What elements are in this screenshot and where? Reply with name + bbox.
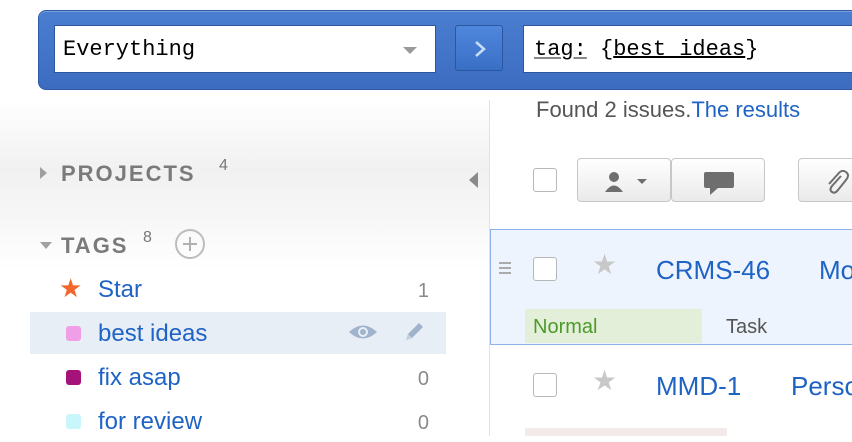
tag-count: 1 [417, 280, 429, 302]
add-tag-button[interactable] [175, 229, 205, 259]
drag-handle-icon[interactable] [499, 261, 511, 275]
tags-section-title[interactable]: TAGS [61, 233, 128, 259]
issue-id-link[interactable]: CRMS-46 [656, 255, 770, 286]
tag-label: fix asap [98, 364, 181, 391]
paperclip-icon [828, 169, 849, 194]
sidebar-tag-fix-asap[interactable]: fix asap 0 [30, 356, 446, 398]
attach-button[interactable] [798, 158, 852, 202]
issue-checkbox[interactable] [533, 373, 557, 397]
star-icon: ★ [59, 273, 83, 303]
user-icon [605, 172, 623, 192]
context-select[interactable]: Everything [54, 25, 436, 73]
search-bar: Everything tag: {best ideas} [38, 10, 852, 90]
tag-color-swatch [66, 414, 81, 429]
tag-count: 0 [417, 412, 429, 434]
projects-section-title[interactable]: PROJECTS [61, 161, 196, 187]
collapse-sidebar-icon[interactable] [469, 172, 478, 188]
projects-count: 4 [219, 157, 228, 174]
priority-badge[interactable]: Normal [525, 309, 702, 343]
tag-color-swatch [66, 326, 81, 341]
star-outline-icon[interactable]: ★ [592, 248, 617, 281]
tag-count: 0 [417, 368, 429, 390]
priority-badge[interactable] [525, 428, 727, 436]
pencil-icon[interactable] [402, 320, 426, 344]
star-outline-icon[interactable]: ★ [592, 364, 617, 397]
sidebar-tag-best-ideas[interactable]: best ideas [30, 312, 446, 354]
comment-button[interactable] [671, 158, 765, 202]
search-query-text: tag: {best ideas} [534, 37, 759, 62]
tag-label: Star [98, 276, 143, 303]
sidebar-tag-star[interactable]: ★ Star 1 [30, 268, 446, 310]
tag-color-swatch [66, 370, 81, 385]
assignee-button[interactable] [577, 158, 671, 202]
priority-label: Normal [533, 316, 598, 338]
search-query-input[interactable]: tag: {best ideas} [523, 25, 852, 73]
search-go-button[interactable] [455, 25, 503, 71]
context-select-value: Everything [63, 37, 196, 62]
tag-label: best ideas [98, 320, 208, 347]
chevron-right-icon [475, 41, 486, 57]
search-result-summary: Found 2 issues.The results [536, 97, 801, 122]
chevron-down-icon [403, 47, 417, 54]
issue-summary-link[interactable]: Mo [819, 255, 852, 286]
comment-icon [704, 172, 734, 195]
issue-checkbox[interactable] [533, 257, 557, 281]
select-all-checkbox[interactable] [533, 168, 557, 192]
tag-label: for review [98, 408, 203, 435]
issue-type[interactable]: Task [726, 316, 767, 339]
tags-collapse-icon[interactable] [40, 242, 52, 249]
issue-summary-link[interactable]: Perso [791, 371, 852, 402]
eye-icon[interactable] [348, 322, 378, 342]
chevron-down-icon [637, 179, 647, 184]
projects-expand-icon[interactable] [40, 167, 47, 179]
issue-id-link[interactable]: MMD-1 [656, 371, 741, 402]
tags-count: 8 [143, 229, 152, 246]
results-link[interactable]: The results [691, 97, 800, 122]
